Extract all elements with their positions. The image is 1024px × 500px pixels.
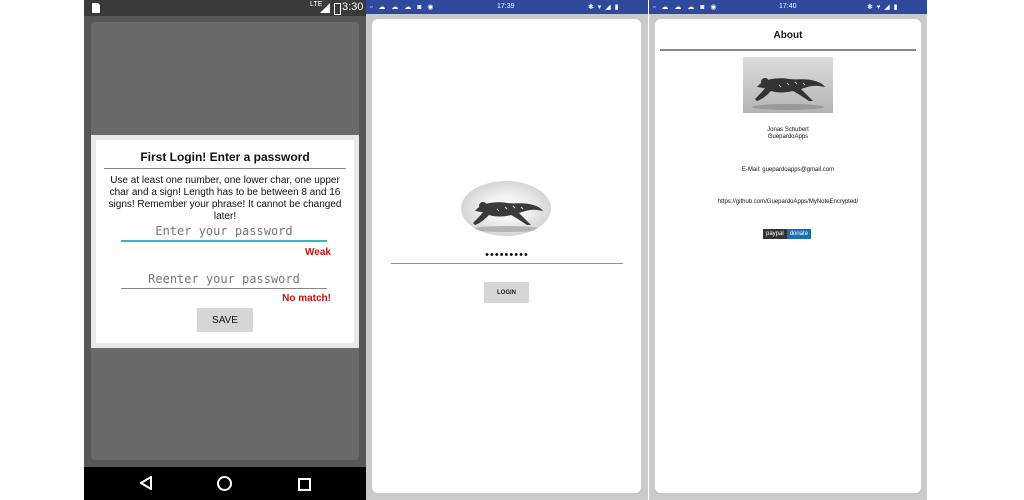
match-status: No match! [282, 293, 331, 304]
login-button[interactable]: LOGIN [484, 282, 529, 303]
password-input[interactable] [121, 222, 327, 242]
signal-icon [320, 3, 330, 13]
status-time: 17:40 [779, 3, 797, 10]
paypal-donate-button[interactable]: paypal donate [763, 229, 812, 239]
paypal-label: paypal [763, 229, 787, 239]
password-field[interactable]: ••••••••• [391, 249, 623, 264]
email-text[interactable]: E-Mail: guepardoapps@gmail.com [655, 167, 921, 174]
cheetah-logo [461, 181, 551, 236]
login-card: ••••••••• LOGIN [372, 19, 641, 493]
save-button[interactable]: SAVE [197, 308, 253, 332]
system-icons: ✱ ▾ ◢ ▮ [867, 4, 899, 11]
dialog-title: First Login! Enter a password [140, 150, 310, 164]
first-login-screen: LTE 3:30 First Login! Enter a password U… [84, 0, 366, 500]
password-dialog: First Login! Enter a password Use at lea… [96, 140, 354, 343]
about-card: About Jonas Schubert GuepardoApps E-Mail… [655, 19, 921, 493]
about-screen: ▫ ☁ ☁ ☁ ◙ ◉ 17:40 ✱ ▾ ◢ ▮ About Jonas Sc… [649, 0, 927, 500]
status-time: 17:39 [497, 3, 515, 10]
status-bar: ▫ ☁ ☁ ☁ ◙ ◉ 17:40 ✱ ▾ ◢ ▮ [649, 0, 927, 14]
title-divider [660, 49, 916, 51]
status-bar: ▫ ☁ ☁ ☁ ◙ ◉ 17:39 ✱ ▾ ◢ ▮ [366, 0, 648, 14]
system-icons: ✱ ▾ ◢ ▮ [588, 4, 620, 11]
reenter-password-input[interactable] [121, 270, 327, 289]
status-bar: LTE 3:30 [84, 0, 366, 16]
donate-label: donate [786, 229, 812, 239]
notification-icons: ▫ ☁ ☁ ☁ ◙ ◉ [653, 4, 719, 11]
sd-card-icon [92, 3, 100, 13]
dialog-divider [104, 168, 346, 169]
page-title: About [773, 30, 803, 41]
status-time: 3:30 [342, 1, 364, 13]
navigation-bar [84, 467, 366, 500]
notification-icons: ▫ ☁ ☁ ☁ ◙ ◉ [370, 4, 436, 11]
github-link[interactable]: https://github.com/GuepardoApps/MyNoteEn… [655, 199, 921, 206]
company-name: GuepardoApps [767, 134, 809, 140]
password-strength: Weak [305, 247, 331, 258]
cheetah-image [472, 202, 543, 232]
cheetah-photo [743, 57, 833, 113]
back-icon[interactable] [140, 476, 152, 490]
cheetah-image [752, 78, 825, 110]
recent-apps-icon[interactable] [298, 478, 311, 491]
dialog-instructions: Use at least one number, one lower char,… [108, 175, 342, 222]
author-name: Jonas Schubert [767, 127, 809, 133]
home-icon[interactable] [217, 476, 232, 491]
login-screen: ▫ ☁ ☁ ☁ ◙ ◉ 17:39 ✱ ▾ ◢ ▮ ••••••••• LOGI… [366, 0, 648, 500]
battery-icon [334, 3, 341, 15]
